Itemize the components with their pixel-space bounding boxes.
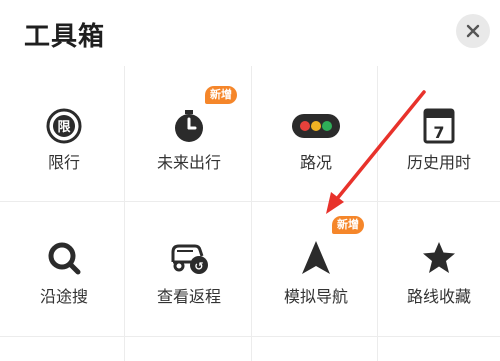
close-icon [466,24,480,38]
tool-label: 模拟导航 [283,287,348,306]
tool-traffic[interactable]: 路况 [252,66,380,201]
calendar-icon: 7 [419,106,459,146]
new-badge: 新增 [332,216,364,234]
tool-label: 沿途搜 [39,287,88,306]
tool-label: 限行 [47,153,80,172]
tool-label: 路况 [299,153,332,172]
tool-label: 未来出行 [156,153,221,172]
svg-text:限: 限 [57,120,71,135]
tool-restriction[interactable]: 限 限行 [0,66,128,201]
calendar-day: 7 [433,123,444,142]
restriction-icon: 限 [44,106,84,146]
return-trip-icon: ↺ [169,238,209,278]
tool-simulated-navigation[interactable]: 新增 模拟导航 [252,202,380,337]
search-icon [44,238,84,278]
close-button[interactable] [456,14,490,48]
timer-icon [169,106,209,146]
navigation-arrow-icon [296,238,336,278]
tool-label: 查看返程 [156,287,221,306]
traffic-light-icon [288,106,344,146]
tool-return-trip[interactable]: ↺ 查看返程 [125,202,253,337]
new-badge: 新增 [205,86,237,104]
tool-label: 历史用时 [406,153,471,172]
page-title: 工具箱 [24,22,106,52]
star-icon [419,238,459,278]
tool-search-along[interactable]: 沿途搜 [0,202,128,337]
tool-route-favorites[interactable]: 路线收藏 [378,202,500,337]
svg-text:↺: ↺ [194,260,203,273]
tool-future-trip[interactable]: 新增 未来出行 [125,66,253,201]
toolbox-header: 工具箱 [0,0,500,66]
tool-history-time[interactable]: 7 历史用时 [378,66,500,201]
tool-label: 路线收藏 [406,287,471,306]
tool-grid: 限 限行 新增 未来出行 路况 7 历史用时 沿途搜 ↺ 查看返程 新增 模拟导… [0,66,500,361]
